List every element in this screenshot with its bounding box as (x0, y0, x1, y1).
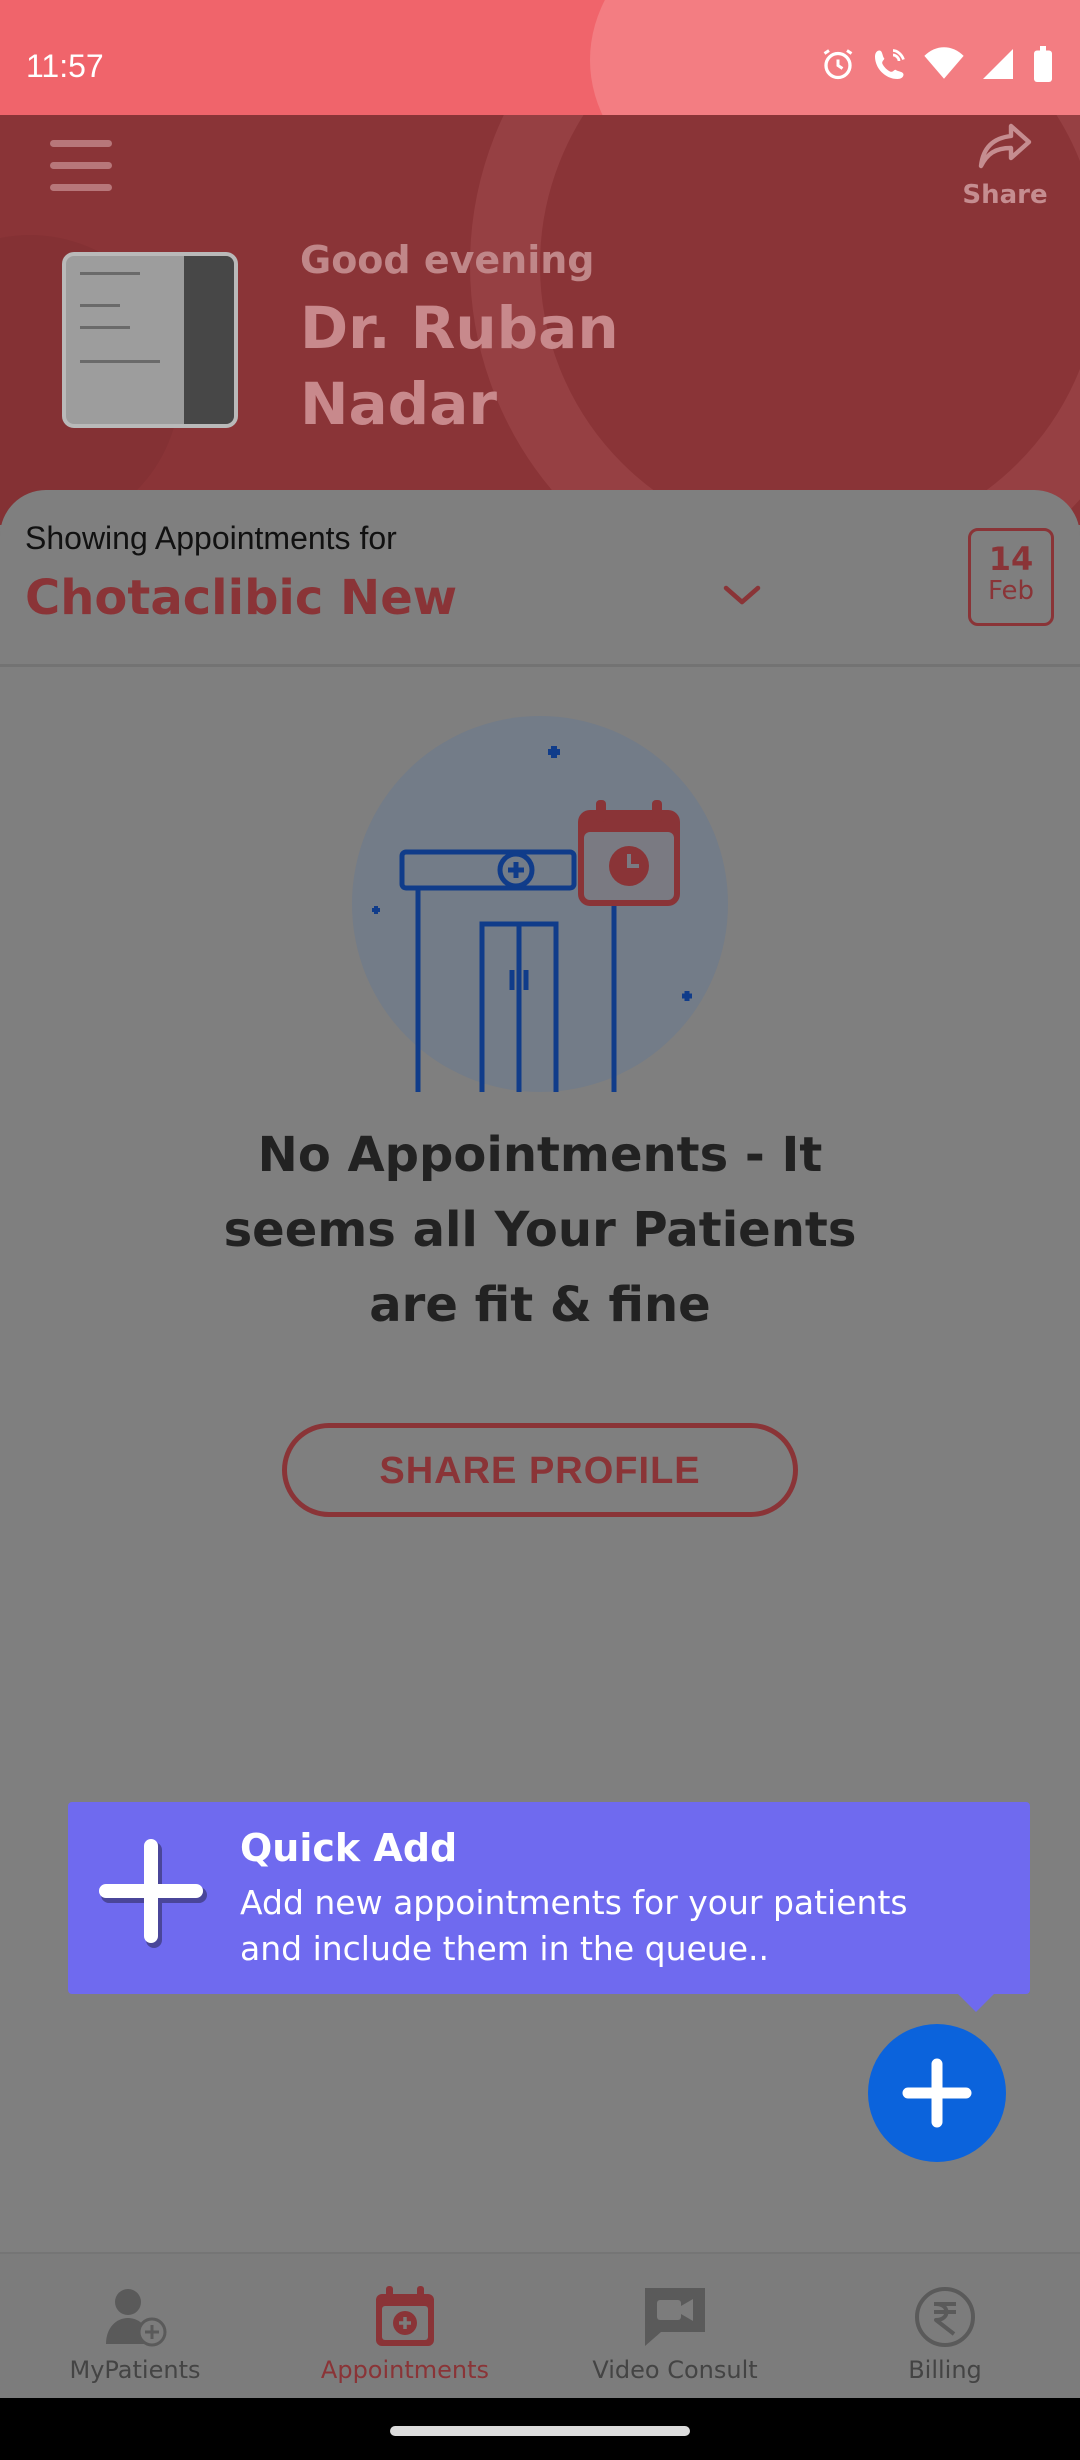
nav-label: MyPatients (69, 2356, 201, 2384)
avatar-shade (184, 256, 234, 424)
empty-state-message: No Appointments - It seems all Your Pati… (223, 1127, 857, 1333)
share-label: Share (962, 180, 1048, 210)
chevron-down-icon[interactable] (720, 580, 764, 610)
share-icon (978, 123, 1032, 169)
menu-icon-line (50, 162, 112, 169)
avatar-line (80, 360, 160, 363)
date-picker[interactable]: 14 Feb (968, 528, 1054, 626)
video-chat-icon (645, 2288, 705, 2346)
wifi-icon (924, 47, 964, 79)
home-indicator[interactable] (390, 2426, 690, 2436)
share-button[interactable]: Share (960, 120, 1050, 220)
status-time: 11:57 (26, 48, 104, 84)
alarm-icon (823, 49, 853, 80)
tooltip-body: Add new appointments for your patients a… (240, 1883, 908, 1968)
date-day: 14 (988, 540, 1034, 578)
clinic-illustration (352, 716, 728, 1092)
nav-label: Video Consult (592, 2356, 758, 2384)
rupee-icon (915, 2287, 975, 2347)
status-icons (820, 46, 1054, 82)
nav-label: Billing (908, 2356, 982, 2384)
nav-item-billing[interactable]: Billing (845, 2278, 1045, 2384)
nav-item-mypatients[interactable]: MyPatients (35, 2278, 235, 2384)
nav-item-appointments[interactable]: Appointments (305, 2278, 505, 2384)
showing-label: Showing Appointments for (25, 520, 397, 556)
calendar-plus-icon (376, 2286, 434, 2346)
avatar[interactable] (62, 252, 238, 428)
tooltip-pointer (956, 1992, 996, 2012)
avatar-line (80, 272, 140, 275)
signal-icon (983, 49, 1013, 79)
nav-label: Appointments (320, 2356, 490, 2384)
clinic-name[interactable]: Chotaclibic New (25, 570, 457, 626)
avatar-line (80, 304, 120, 307)
menu-icon-line (50, 184, 112, 191)
date-month: Feb (987, 576, 1035, 606)
battery-icon (1034, 46, 1052, 82)
nav-item-video-consult[interactable]: Video Consult (575, 2278, 775, 2384)
plus-icon (902, 2058, 972, 2128)
tooltip-title: Quick Add (240, 1826, 458, 1870)
greeting: Good evening (300, 238, 595, 282)
menu-button[interactable] (50, 140, 112, 192)
wifi-call-icon (875, 49, 905, 79)
menu-icon (50, 140, 112, 147)
plus-icon (99, 1839, 207, 1948)
patient-add-icon (106, 2289, 167, 2347)
doctor-name: Dr. Ruban Nadar (300, 294, 619, 438)
avatar-line (80, 326, 130, 329)
quick-add-fab[interactable] (868, 2024, 1006, 2162)
share-profile-button[interactable]: SHARE PROFILE (282, 1423, 798, 1517)
